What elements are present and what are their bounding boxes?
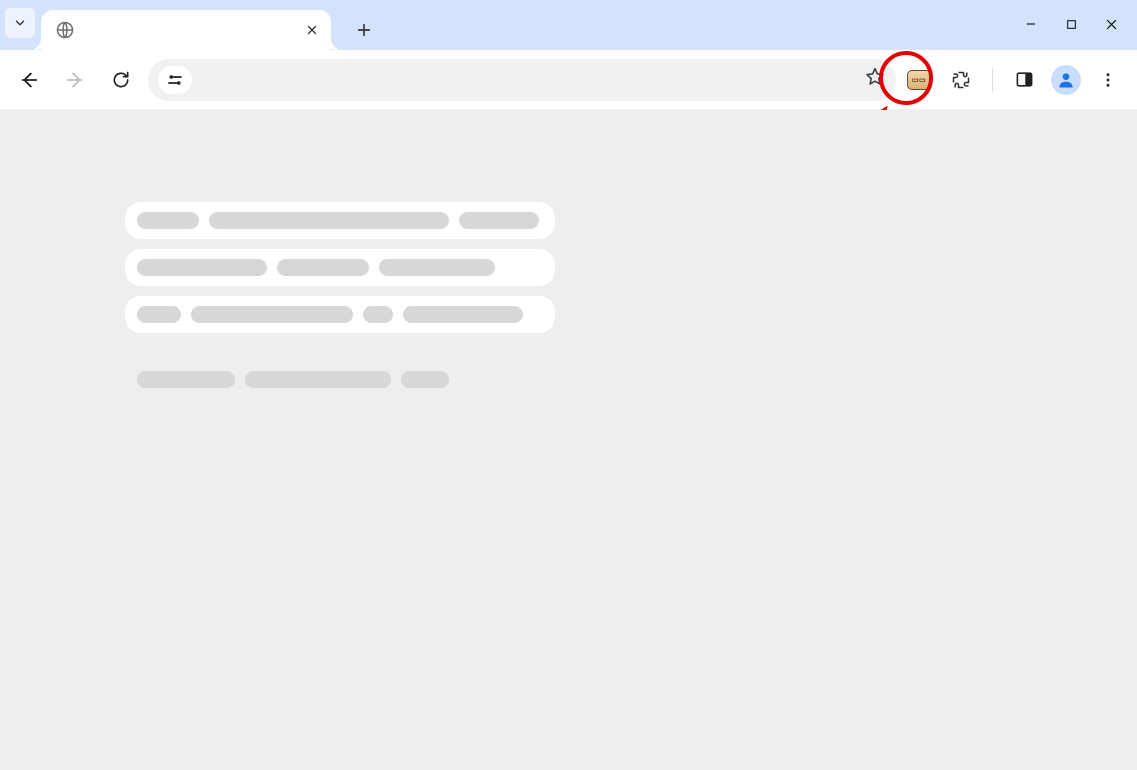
skeleton-pill: [137, 371, 235, 388]
globe-icon: [55, 20, 75, 40]
skeleton-pill: [191, 306, 353, 323]
plus-icon: [355, 21, 373, 39]
skeleton-row: [125, 202, 555, 239]
url-input[interactable]: [200, 71, 856, 88]
reload-button[interactable]: [102, 61, 140, 99]
tabs-search-button[interactable]: [5, 8, 35, 38]
close-icon: [1104, 17, 1119, 32]
minimize-icon: [1024, 17, 1038, 31]
skeleton-pill: [363, 306, 393, 323]
browser-tab[interactable]: [41, 10, 331, 50]
skeleton-pill: [401, 371, 449, 388]
skeleton-pill: [137, 259, 267, 276]
skeleton-pill: [459, 212, 539, 229]
skeleton-pill: [209, 212, 449, 229]
skeleton-row: [125, 249, 555, 286]
side-panel-icon: [1015, 70, 1034, 89]
arrow-right-icon: [64, 69, 86, 91]
star-icon: [864, 66, 886, 88]
close-icon: [305, 23, 319, 37]
tune-icon: [166, 73, 184, 87]
title-bar: [0, 0, 1137, 50]
pinned-extension-button[interactable]: ▭▭: [904, 65, 934, 95]
skeleton-pill: [379, 259, 495, 276]
loading-skeleton: [125, 202, 555, 408]
address-bar[interactable]: [148, 59, 896, 101]
bookmark-button[interactable]: [864, 66, 886, 93]
maximize-icon: [1065, 18, 1078, 31]
skeleton-pill: [137, 212, 199, 229]
chevron-down-icon: [13, 16, 27, 30]
tab-close-button[interactable]: [305, 23, 319, 37]
forward-button[interactable]: [56, 61, 94, 99]
puzzle-icon: [951, 70, 971, 90]
site-settings-chip[interactable]: [158, 66, 192, 94]
arrow-left-icon: [18, 69, 40, 91]
back-button[interactable]: [10, 61, 48, 99]
window-close-button[interactable]: [1091, 8, 1131, 40]
skeleton-row: [125, 361, 555, 398]
person-icon: [1056, 70, 1076, 90]
skeleton-pill: [137, 306, 181, 323]
side-panel-button[interactable]: [1005, 61, 1043, 99]
kebab-icon: [1099, 71, 1117, 89]
reload-icon: [111, 70, 131, 90]
extensions-button[interactable]: [942, 61, 980, 99]
page-viewport: [0, 110, 1137, 770]
skeleton-pill: [403, 306, 523, 323]
window-maximize-button[interactable]: [1051, 8, 1091, 40]
new-tab-button[interactable]: [347, 13, 381, 47]
toolbar: ▭▭: [0, 50, 1137, 110]
skeleton-pill: [245, 371, 391, 388]
skeleton-pill: [277, 259, 369, 276]
window-controls: [1011, 0, 1137, 40]
skeleton-row: [125, 296, 555, 333]
radio-extension-icon: ▭▭: [907, 70, 931, 90]
window-minimize-button[interactable]: [1011, 8, 1051, 40]
profile-button[interactable]: [1051, 65, 1081, 95]
chrome-menu-button[interactable]: [1089, 61, 1127, 99]
toolbar-separator: [992, 68, 993, 92]
